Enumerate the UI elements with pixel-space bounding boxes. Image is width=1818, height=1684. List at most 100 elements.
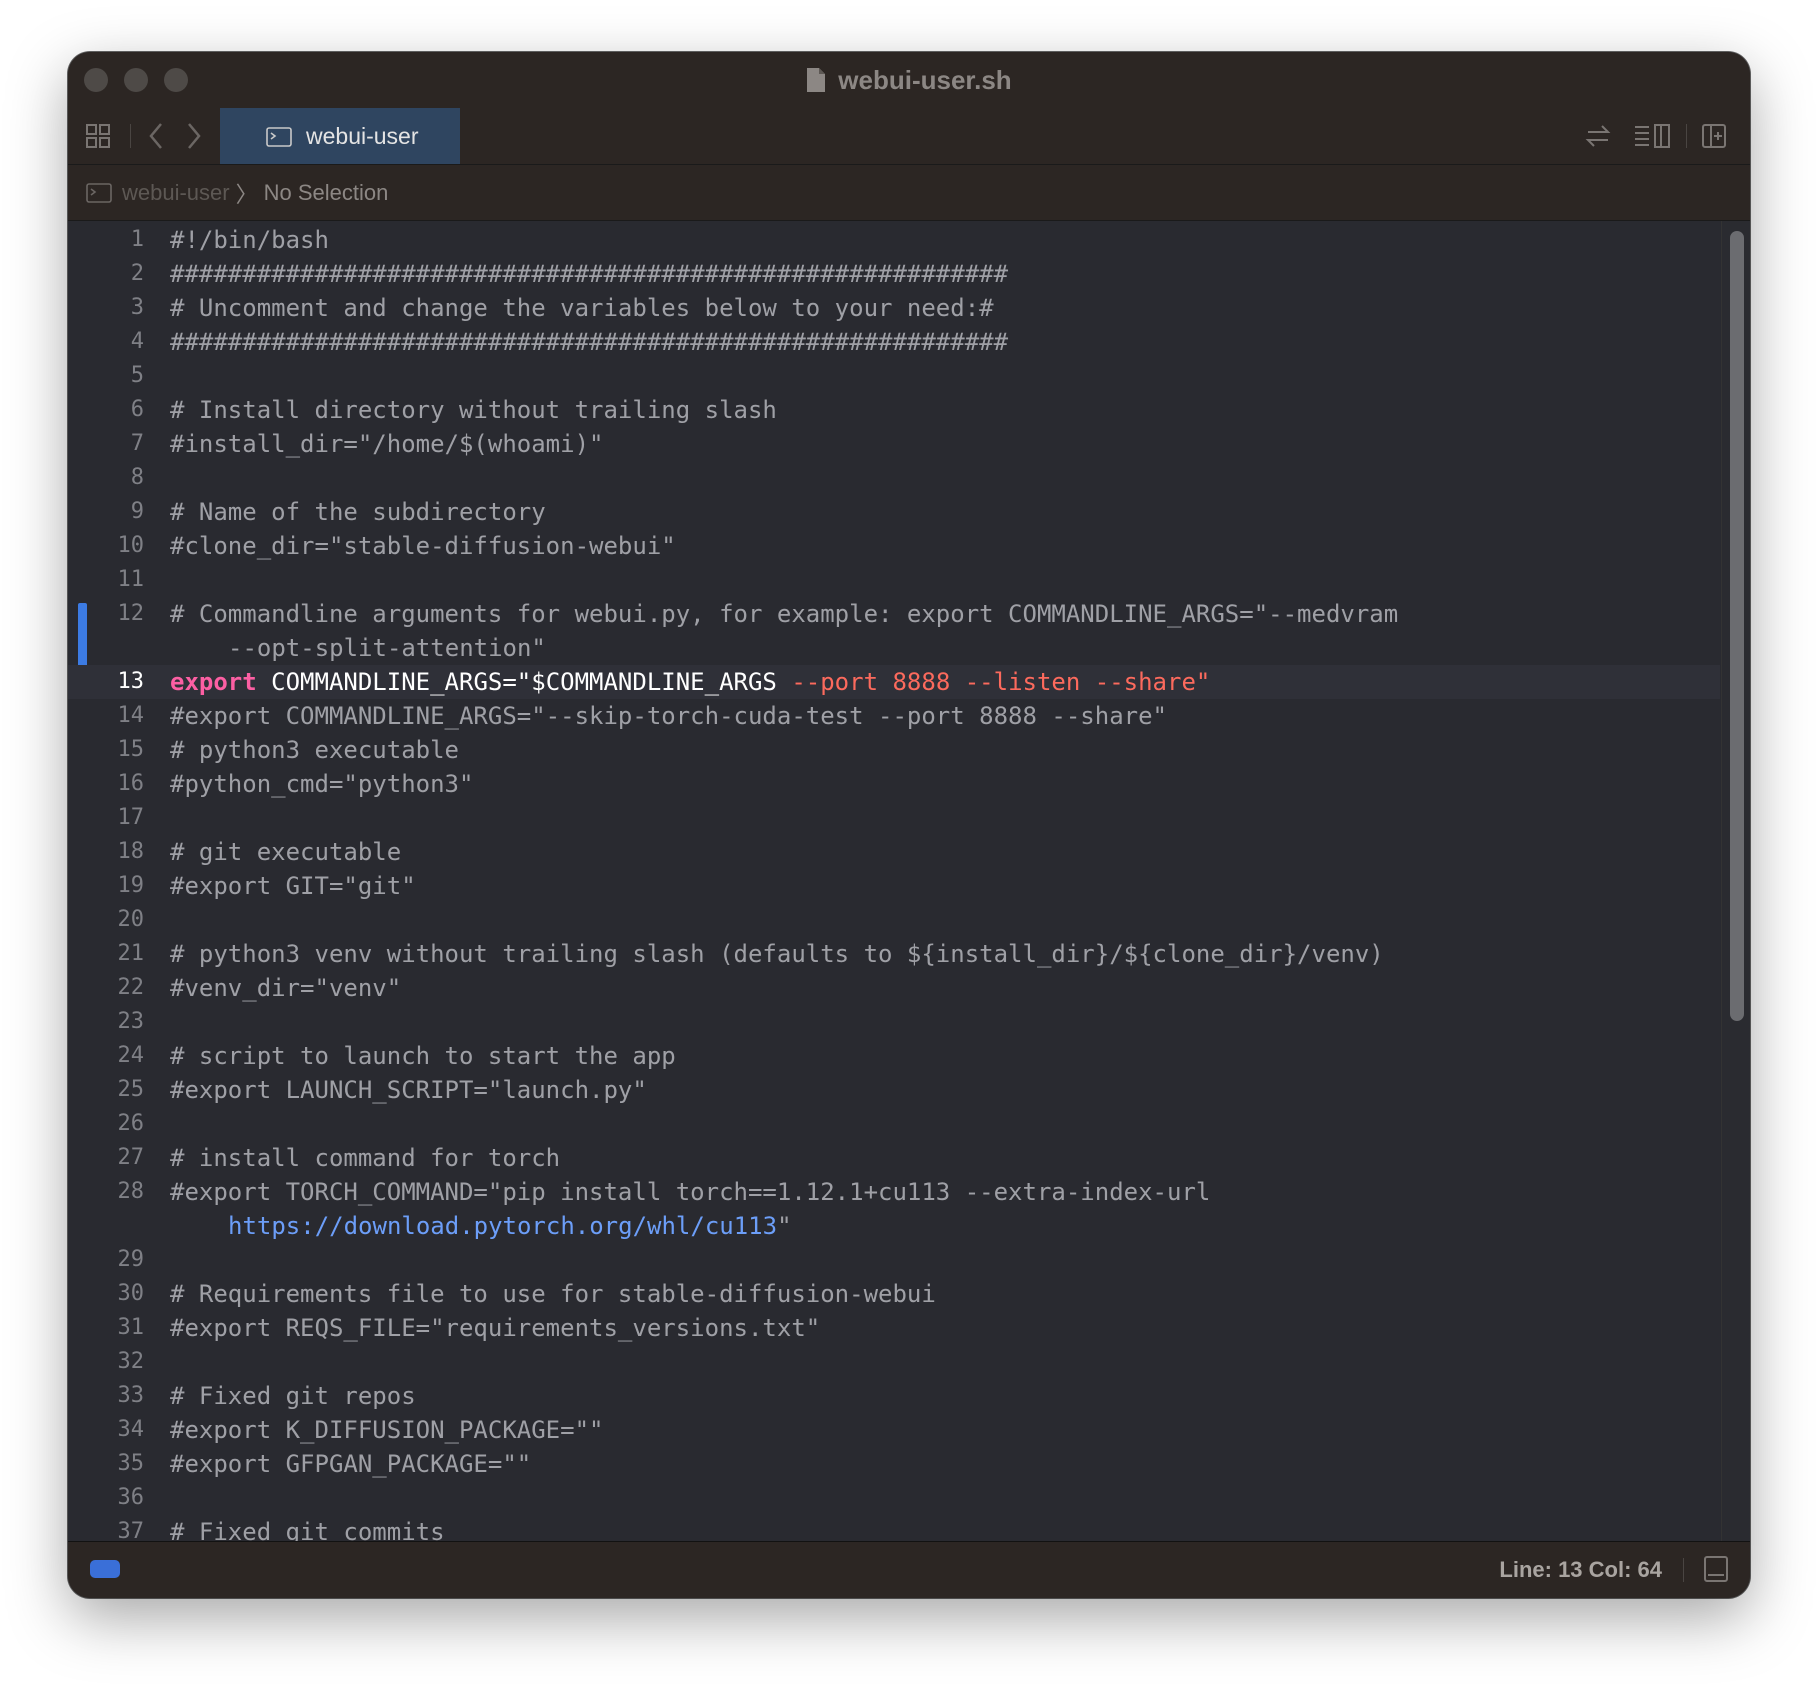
cursor-position: Line: 13 Col: 64 <box>1499 1557 1662 1582</box>
comment-token: #python_cmd="python3" <box>170 770 474 798</box>
code-text: #clone_dir="stable-diffusion-webui" <box>170 529 676 563</box>
line-number: 6 <box>130 397 144 422</box>
code-line[interactable]: 6 # Install directory without trailing sl… <box>68 393 1720 427</box>
line-number: 26 <box>117 1111 145 1136</box>
line-number: 27 <box>117 1145 145 1170</box>
code-line[interactable]: 30 # Requirements file to use for stable-… <box>68 1277 1720 1311</box>
comment-token: #export GFPGAN_PACKAGE="" <box>170 1450 532 1478</box>
terminal-file-icon <box>86 182 112 203</box>
scrollbar-thumb[interactable] <box>1730 231 1744 1021</box>
line-number: 10 <box>117 533 145 558</box>
terminal-file-icon <box>266 126 292 147</box>
code-line[interactable]: 34 #export K_DIFFUSION_PACKAGE="" <box>68 1413 1720 1447</box>
line-number: 15 <box>117 737 145 762</box>
code-text: #install_dir="/home/$(whoami)" <box>170 427 603 461</box>
swap-arrows-icon[interactable] <box>1582 120 1614 152</box>
code-line[interactable]: 8 <box>68 461 1720 495</box>
add-editor-icon[interactable] <box>1698 120 1730 152</box>
code-line[interactable]: 37 # Fixed git commits <box>68 1515 1720 1542</box>
string-tail: " <box>777 1212 792 1240</box>
line-number: 5 <box>130 363 144 388</box>
code-line[interactable]: 27 # install command for torch <box>68 1141 1720 1175</box>
window-title-text: webui-user.sh <box>838 64 1012 95</box>
code-text: #export COMMANDLINE_ARGS="--skip-torch-c… <box>170 699 1167 733</box>
tab-webui-user[interactable]: webui-user <box>220 108 460 164</box>
forward-chevron-icon[interactable] <box>178 120 210 152</box>
code-line[interactable]: 29 <box>68 1243 1720 1277</box>
breadcrumb: webui-user 〉 No Selection <box>68 165 1750 221</box>
code-line[interactable]: 12 # Commandline arguments for webui.py, … <box>68 597 1720 665</box>
line-number: 13 <box>117 669 145 694</box>
comment-token: #export K_DIFFUSION_PACKAGE="" <box>170 1416 604 1444</box>
url-link[interactable]: https://download.pytorch.org/whl/cu113 <box>228 1212 777 1240</box>
grid-icon[interactable] <box>82 120 114 152</box>
code-line[interactable]: 28 #export TORCH_COMMAND="pip install tor… <box>68 1175 1720 1243</box>
line-number: 20 <box>117 907 145 932</box>
line-number: 7 <box>130 431 144 456</box>
comment-token: #venv_dir="venv" <box>170 974 402 1002</box>
code-line[interactable]: 25 #export LAUNCH_SCRIPT="launch.py" <box>68 1073 1720 1107</box>
code-line[interactable]: 18 # git executable <box>68 835 1720 869</box>
code-line[interactable]: 19 #export GIT="git" <box>68 869 1720 903</box>
code-line[interactable]: 17 <box>68 801 1720 835</box>
status-indicator[interactable] <box>90 1560 120 1578</box>
code-line[interactable]: 36 <box>68 1481 1720 1515</box>
code-line[interactable]: 2 #######################################… <box>68 257 1720 291</box>
comment-token: ########################################… <box>170 328 1009 356</box>
scroll-track[interactable] <box>1721 221 1750 1542</box>
list-inspector-icon[interactable] <box>1632 120 1672 152</box>
code-line[interactable]: 13 export COMMANDLINE_ARGS="$COMMANDLINE_… <box>68 665 1720 699</box>
code-line[interactable]: 1 #!/bin/bash <box>68 223 1720 257</box>
code-line[interactable]: 4 #######################################… <box>68 325 1720 359</box>
code-line[interactable]: 23 <box>68 1005 1720 1039</box>
code-line[interactable]: 20 <box>68 903 1720 937</box>
code-text: # Uncomment and change the variables bel… <box>170 291 994 325</box>
code-text: ########################################… <box>170 325 1008 359</box>
line-number: 25 <box>117 1077 145 1102</box>
code-text: #!/bin/bash <box>170 223 329 257</box>
code-line[interactable]: 9 # Name of the subdirectory <box>68 495 1720 529</box>
comment-token: #install_dir="/home/$(whoami)" <box>170 430 604 458</box>
code-line[interactable]: 15 # python3 executable <box>68 733 1720 767</box>
line-number: 30 <box>117 1281 145 1306</box>
line-number: 17 <box>117 805 145 830</box>
line-number: 24 <box>117 1043 145 1068</box>
wrapped-continuation: https://download.pytorch.org/whl/cu113" <box>170 1209 1210 1243</box>
code-line[interactable]: 31 #export REQS_FILE="requirements_versio… <box>68 1311 1720 1345</box>
editor-window: webui-user.sh webui-user webui-user 〉 No… <box>68 52 1750 1598</box>
code-text: #export K_DIFFUSION_PACKAGE="" <box>170 1413 603 1447</box>
code-line[interactable]: 16 #python_cmd="python3" <box>68 767 1720 801</box>
breadcrumb-current[interactable]: No Selection <box>264 180 389 206</box>
code-line[interactable]: 24 # script to launch to start the app <box>68 1039 1720 1073</box>
identifier-token: COMMANDLINE_ARGS="$COMMANDLINE_ARGS <box>256 668 792 696</box>
code-text: ########################################… <box>170 257 1008 291</box>
code-line[interactable]: 14 #export COMMANDLINE_ARGS="--skip-torch… <box>68 699 1720 733</box>
code-text: #export LAUNCH_SCRIPT="launch.py" <box>170 1073 647 1107</box>
code-line[interactable]: 22 #venv_dir="venv" <box>68 971 1720 1005</box>
code-line[interactable]: 21 # python3 venv without trailing slash … <box>68 937 1720 971</box>
line-number: 11 <box>117 567 145 592</box>
code-line[interactable]: 33 # Fixed git repos <box>68 1379 1720 1413</box>
comment-token: # Uncomment and change the variables bel… <box>170 294 994 322</box>
code-line[interactable]: 10 #clone_dir="stable-diffusion-webui" <box>68 529 1720 563</box>
code-line[interactable]: 26 <box>68 1107 1720 1141</box>
comment-token: #export LAUNCH_SCRIPT="launch.py" <box>170 1076 647 1104</box>
comment-token: # python3 executable <box>170 736 459 764</box>
code-line[interactable]: 11 <box>68 563 1720 597</box>
code-line[interactable]: 35 #export GFPGAN_PACKAGE="" <box>68 1447 1720 1481</box>
comment-token: ########################################… <box>170 260 1009 288</box>
comment-token: #export REQS_FILE="requirements_versions… <box>170 1314 821 1342</box>
comment-token: #export COMMANDLINE_ARGS="--skip-torch-c… <box>170 702 1167 730</box>
bottom-panel-icon[interactable] <box>1704 1556 1728 1582</box>
code-line[interactable]: 7 #install_dir="/home/$(whoami)" <box>68 427 1720 461</box>
code-line[interactable]: 32 <box>68 1345 1720 1379</box>
string-token: --port 8888 --listen --share" <box>791 668 1211 696</box>
code-line[interactable]: 3 # Uncomment and change the variables be… <box>68 291 1720 325</box>
line-number: 19 <box>117 873 145 898</box>
line-number: 3 <box>130 295 144 320</box>
code-editor[interactable]: 1 #!/bin/bash 2 ###########################… <box>68 221 1750 1542</box>
code-lines[interactable]: 1 #!/bin/bash 2 ###########################… <box>68 223 1720 1542</box>
breadcrumb-root[interactable]: webui-user <box>122 180 230 206</box>
code-line[interactable]: 5 <box>68 359 1720 393</box>
back-chevron-icon[interactable] <box>140 120 172 152</box>
